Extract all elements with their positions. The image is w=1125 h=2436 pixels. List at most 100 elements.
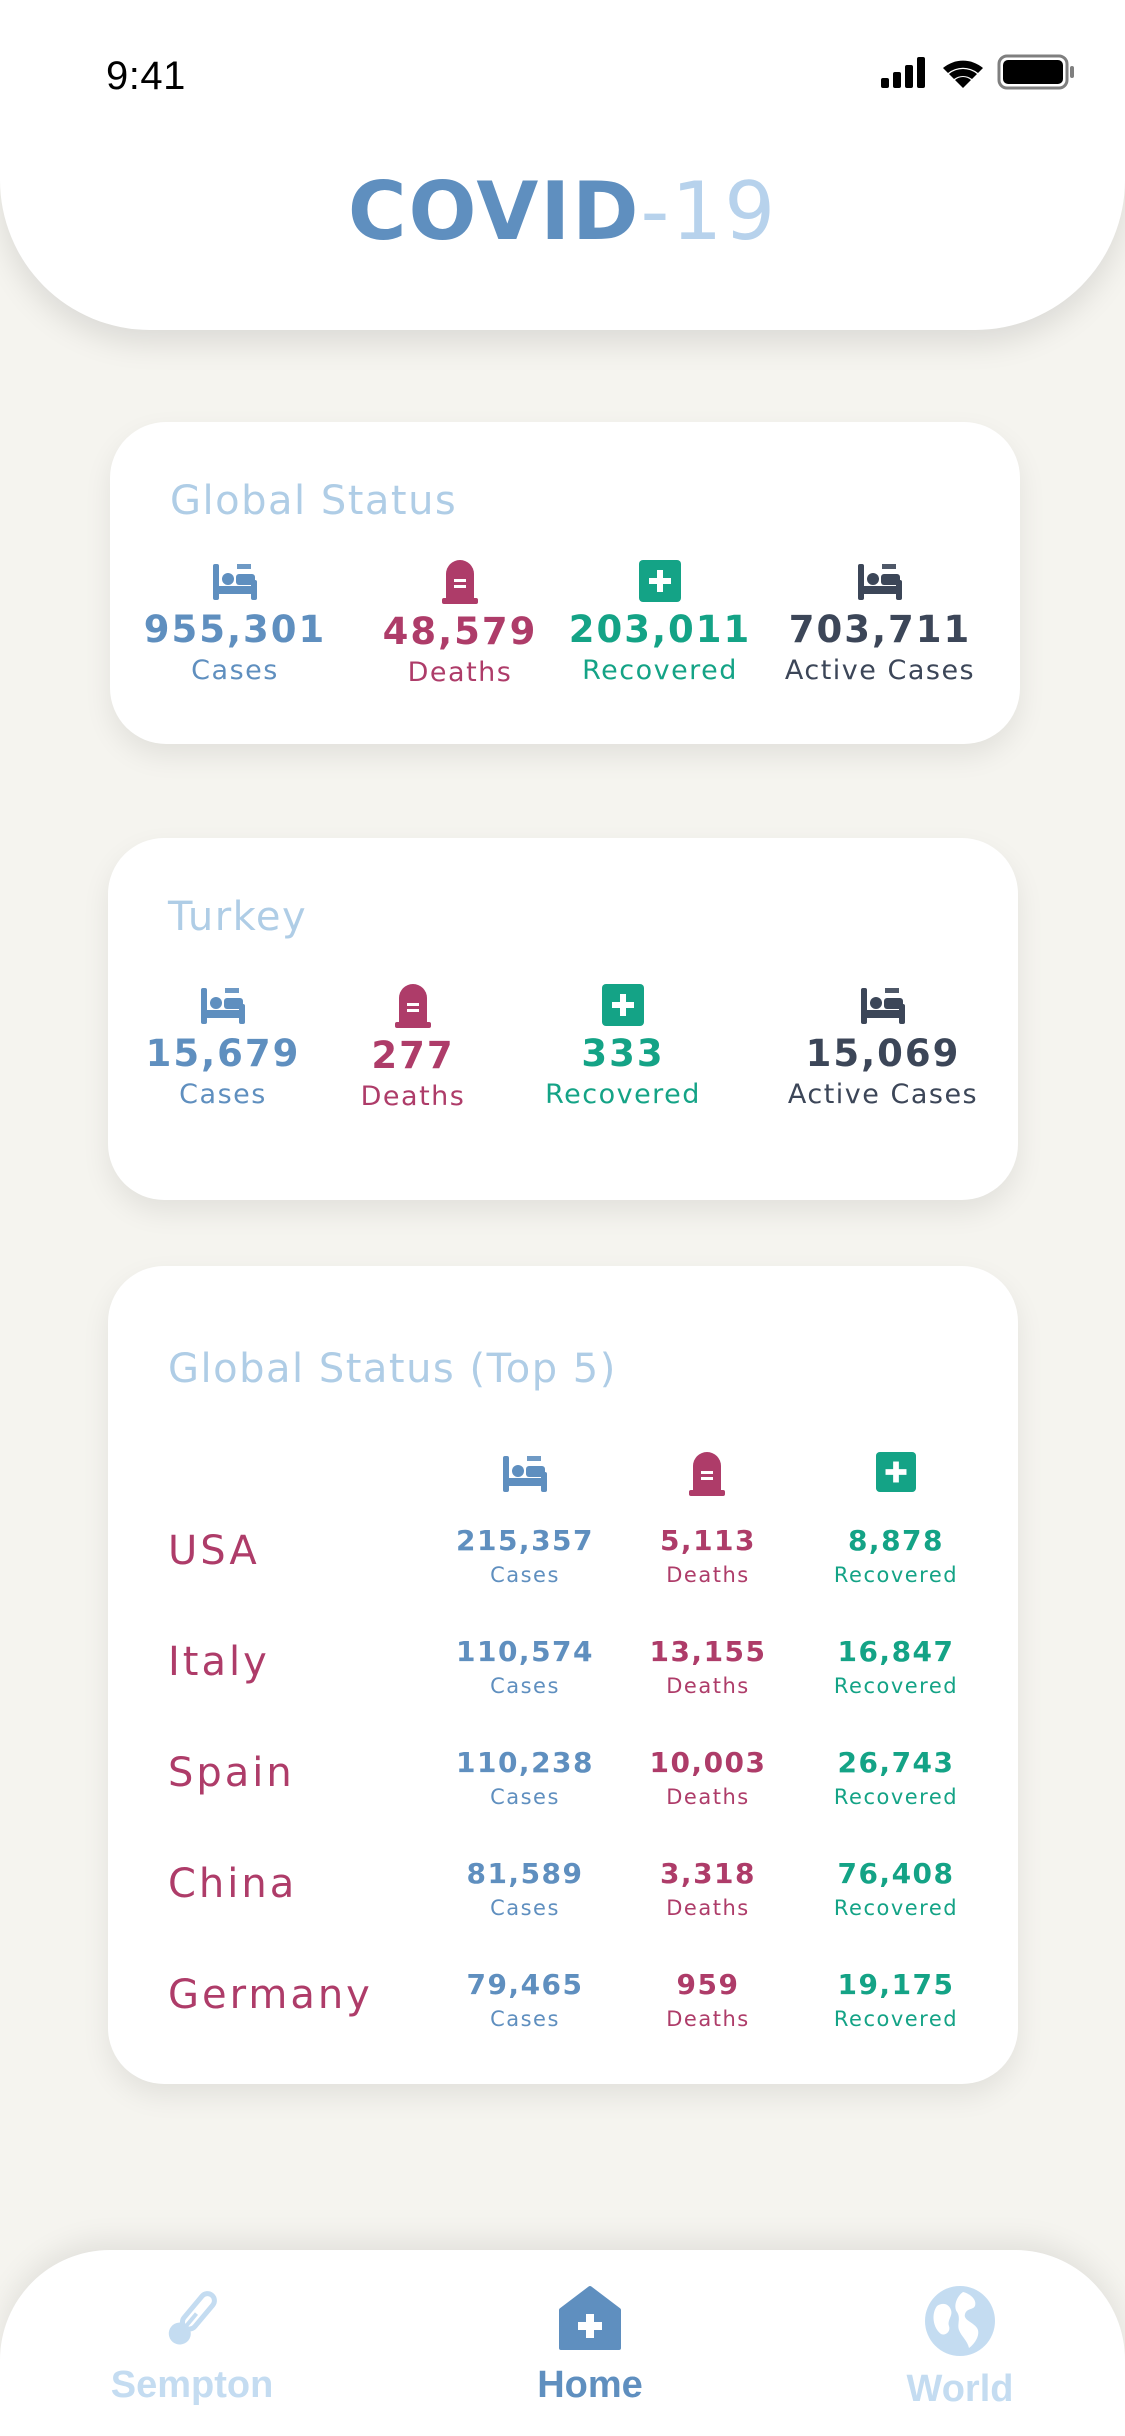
country-cases-label: Cases <box>490 2007 560 2031</box>
turkey-active-value: 15,069 <box>805 1032 961 1075</box>
global-deaths-value: 48,579 <box>382 610 538 653</box>
country-recovered-label: Recovered <box>833 1785 959 1809</box>
country-deaths: 10,003 Deaths <box>618 1746 798 1809</box>
country-deaths: 3,318 Deaths <box>618 1857 798 1920</box>
medical-cross-icon <box>639 560 681 602</box>
turkey-deaths-stat: 277 Deaths <box>328 984 498 1112</box>
nav-label-home: Home <box>537 2364 643 2406</box>
global-active-label: Active Cases <box>784 655 976 686</box>
medical-cross-icon <box>602 984 644 1026</box>
country-deaths-value: 13,155 <box>649 1635 767 1668</box>
country-cases: 81,589 Cases <box>435 1857 615 1920</box>
country-cases-value: 81,589 <box>466 1857 584 1890</box>
app-title: COVID-19 <box>0 172 1125 252</box>
country-deaths-label: Deaths <box>666 1674 750 1698</box>
cases-column-bed-icon <box>503 1456 547 1492</box>
bottom-navigation: Sempton Home World <box>0 2250 1125 2436</box>
global-recovered-value: 203,011 <box>568 608 752 651</box>
nav-label-sempton: Sempton <box>110 2364 274 2406</box>
status-bar-time: 9:41 <box>106 54 186 98</box>
turkey-active-label: Active Cases <box>787 1079 979 1110</box>
country-name: Italy <box>168 1639 270 1685</box>
turkey-cases-label: Cases <box>179 1079 267 1110</box>
turkey-deaths-value: 277 <box>371 1034 455 1077</box>
nav-item-sempton[interactable]: Sempton <box>62 2284 322 2407</box>
country-deaths-label: Deaths <box>666 2007 750 2031</box>
country-cases-value: 110,574 <box>455 1635 595 1668</box>
nav-label-world: World <box>906 2368 1014 2410</box>
deaths-column-tombstone-icon <box>689 1452 725 1496</box>
app-title-main: COVID <box>347 165 641 258</box>
nav-item-world[interactable]: World <box>830 2284 1090 2411</box>
tombstone-icon <box>442 560 478 604</box>
global-deaths-stat: 48,579 Deaths <box>365 560 555 688</box>
country-cases-value: 79,465 <box>466 1968 584 2001</box>
bed-icon <box>858 564 902 600</box>
turkey-title: Turkey <box>168 894 308 940</box>
country-cases: 110,574 Cases <box>435 1635 615 1698</box>
turkey-deaths-label: Deaths <box>360 1081 466 1112</box>
country-name: Germany <box>168 1972 373 2018</box>
global-active-stat: 703,711 Active Cases <box>770 560 990 686</box>
country-recovered-label: Recovered <box>833 1563 959 1587</box>
country-cases: 110,238 Cases <box>435 1746 615 1809</box>
country-name: USA <box>168 1528 260 1574</box>
status-bar-icons <box>881 54 1074 90</box>
signal-icon <box>881 57 925 88</box>
recovered-column-medical-cross-icon <box>876 1452 916 1492</box>
turkey-cases-value: 15,679 <box>145 1032 301 1075</box>
header: 9:41 COVID-19 <box>0 0 1125 330</box>
country-deaths: 959 Deaths <box>618 1968 798 2031</box>
country-recovered: 16,847 Recovered <box>806 1635 986 1698</box>
globe-icon <box>925 2286 995 2356</box>
global-cases-label: Cases <box>191 655 279 686</box>
country-deaths-value: 959 <box>676 1968 740 2001</box>
country-cases-label: Cases <box>490 1785 560 1809</box>
country-recovered: 19,175 Recovered <box>806 1968 986 2031</box>
country-recovered-label: Recovered <box>833 2007 959 2031</box>
country-cases-value: 215,357 <box>455 1524 595 1557</box>
country-deaths-value: 5,113 <box>659 1524 757 1557</box>
country-deaths-label: Deaths <box>666 1896 750 1920</box>
turkey-recovered-value: 333 <box>581 1032 665 1075</box>
country-recovered-value: 8,878 <box>847 1524 945 1557</box>
top5-title: Global Status (Top 5) <box>168 1346 617 1392</box>
turkey-active-stat: 15,069 Active Cases <box>768 984 998 1110</box>
global-deaths-label: Deaths <box>407 657 513 688</box>
country-cases-value: 110,238 <box>455 1746 595 1779</box>
country-deaths: 5,113 Deaths <box>618 1524 798 1587</box>
country-cases: 79,465 Cases <box>435 1968 615 2031</box>
bed-icon <box>213 564 257 600</box>
country-deaths-label: Deaths <box>666 1785 750 1809</box>
app-title-suffix: -19 <box>640 165 778 258</box>
tombstone-icon <box>395 984 431 1028</box>
home-icon <box>559 2286 621 2350</box>
turkey-recovered-label: Recovered <box>545 1079 701 1110</box>
turkey-recovered-stat: 333 Recovered <box>528 984 718 1110</box>
global-status-title: Global Status <box>170 478 458 524</box>
nav-item-home[interactable]: Home <box>460 2284 720 2407</box>
global-recovered-label: Recovered <box>582 655 738 686</box>
bed-icon <box>861 988 905 1024</box>
country-recovered: 76,408 Recovered <box>806 1857 986 1920</box>
country-recovered-value: 26,743 <box>837 1746 955 1779</box>
country-recovered-value: 16,847 <box>837 1635 955 1668</box>
country-recovered-label: Recovered <box>833 1896 959 1920</box>
top5-status-card: Global Status (Top 5) USA 215,357 Cases … <box>108 1266 1018 2084</box>
turkey-cases-stat: 15,679 Cases <box>128 984 318 1110</box>
global-recovered-stat: 203,011 Recovered <box>565 560 755 686</box>
country-cases-label: Cases <box>490 1896 560 1920</box>
country-recovered-value: 76,408 <box>837 1857 955 1890</box>
global-cases-value: 955,301 <box>143 608 327 651</box>
country-recovered: 26,743 Recovered <box>806 1746 986 1809</box>
global-cases-stat: 955,301 Cases <box>140 560 330 686</box>
country-cases-label: Cases <box>490 1674 560 1698</box>
country-cases: 215,357 Cases <box>435 1524 615 1587</box>
country-recovered-label: Recovered <box>833 1674 959 1698</box>
country-deaths: 13,155 Deaths <box>618 1635 798 1698</box>
battery-icon <box>997 54 1074 90</box>
country-deaths-value: 10,003 <box>649 1746 767 1779</box>
country-name: China <box>168 1861 298 1907</box>
bed-icon <box>201 988 245 1024</box>
country-cases-label: Cases <box>490 1563 560 1587</box>
